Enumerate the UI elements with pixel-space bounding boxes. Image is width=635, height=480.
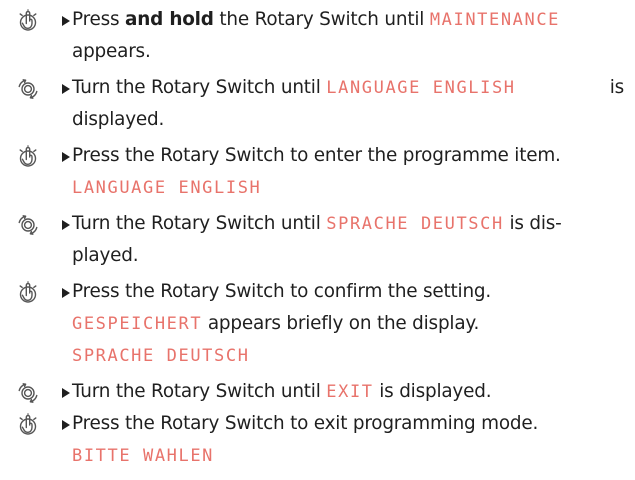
display-readout: LANGUAGE ENGLISH (72, 178, 262, 198)
bullet-arrow-icon (62, 16, 70, 26)
step-text-line: Press the Rotary Switch to confirm the s… (72, 281, 492, 302)
rotary-turn-icon (16, 77, 40, 101)
step-text-line: Press the Rotary Switch to enter the pro… (72, 145, 561, 166)
step-text-line: displayed. (72, 109, 165, 130)
bullet-arrow-icon (62, 288, 70, 298)
bullet-arrow-icon (62, 84, 70, 94)
step-text: Press the Rotary Switch to confirm the s… (72, 276, 624, 372)
step-text-part: is dis- (503, 213, 562, 234)
step-text-line: played. (72, 245, 139, 266)
step-text: Turn the Rotary Switch until SPRACHE DEU… (72, 208, 624, 272)
finger-press-icon (16, 413, 40, 437)
bullet-arrow-icon (62, 420, 70, 430)
step-text-part: is (609, 77, 625, 98)
finger-press-icon (16, 9, 40, 33)
bullet-arrow-icon (62, 152, 70, 162)
step-text-part: Turn the Rotary Switch until (72, 213, 327, 234)
step-text-bold: and hold (125, 9, 214, 30)
display-readout: GESPEICHERT (72, 314, 203, 334)
display-readout: LANGUAGE ENGLISH (326, 78, 516, 98)
rotary-turn-icon (16, 213, 40, 237)
finger-press-icon (16, 281, 40, 305)
step-text: Press the Rotary Switch to exit programm… (72, 408, 624, 472)
step-text-part: is displayed. (373, 381, 492, 402)
step-text: Turn the Rotary Switch until LANGUAGE EN… (72, 72, 624, 136)
step-text-line: appears. (72, 41, 151, 62)
finger-press-icon (16, 145, 40, 169)
step-text-part: appears briefly on the display. (202, 313, 480, 334)
step-text: Turn the Rotary Switch until EXIT is dis… (72, 376, 624, 408)
display-readout: MAINTENANCE (429, 10, 560, 30)
display-readout: BITTE WAHLEN (72, 446, 215, 466)
display-readout: EXIT (326, 382, 374, 402)
bullet-arrow-icon (62, 220, 70, 230)
step-text-part: Press (72, 9, 126, 30)
rotary-turn-icon (16, 381, 40, 405)
step-text-part: the Rotary Switch until (213, 9, 430, 30)
step-text: Press the Rotary Switch to enter the pro… (72, 140, 624, 204)
step-text-part: Turn the Rotary Switch until (72, 77, 327, 98)
step-text: Press and hold the Rotary Switch until M… (72, 4, 624, 68)
step-text-line: Press the Rotary Switch to exit programm… (72, 413, 539, 434)
instruction-document: Press and hold the Rotary Switch until M… (0, 0, 635, 480)
bullet-arrow-icon (62, 388, 70, 398)
step-text-part: Turn the Rotary Switch until (72, 381, 327, 402)
display-readout: SPRACHE DEUTSCH (72, 346, 250, 366)
display-readout: SPRACHE DEUTSCH (326, 214, 504, 234)
